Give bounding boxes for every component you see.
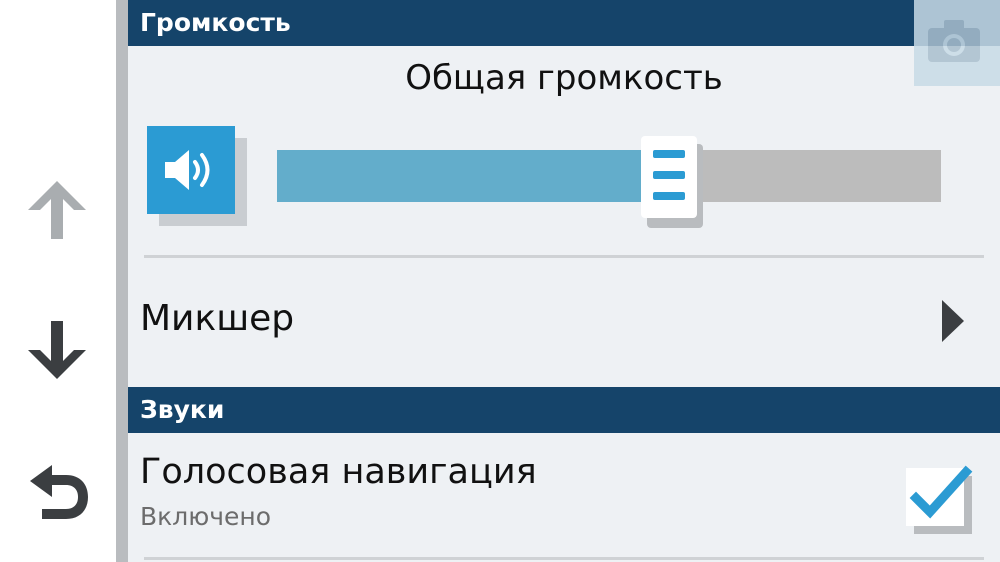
volume-slider-thumb[interactable]	[641, 136, 697, 218]
voice-navigation-title: Голосовая навигация	[140, 452, 537, 492]
master-volume-title: Общая громкость	[405, 58, 723, 98]
thumb-grip-line	[653, 150, 685, 158]
volume-slider[interactable]	[277, 150, 941, 202]
settings-panel: Громкость Общая громкость Микшер Звуки Г…	[128, 0, 1000, 562]
section-header-sounds: Звуки	[128, 387, 1000, 433]
voice-navigation-checkbox[interactable]	[904, 464, 980, 540]
section-header-volume: Громкость	[128, 0, 1000, 46]
thumb-grip-line	[653, 171, 685, 179]
speaker-icon	[165, 150, 210, 190]
mute-button[interactable]	[147, 126, 247, 226]
divider	[144, 255, 984, 258]
rail-divider	[116, 0, 128, 562]
speaker-button-face	[147, 126, 235, 214]
arrow-down-icon	[28, 321, 86, 379]
volume-slider-fill	[277, 150, 675, 202]
back-button[interactable]	[22, 455, 92, 525]
arrow-up-icon	[28, 181, 86, 239]
left-nav-rail	[0, 0, 116, 562]
back-arrow-icon	[30, 465, 88, 519]
mixer-menu-item[interactable]: Микшер	[128, 262, 1000, 382]
thumb-grip-line	[653, 192, 685, 200]
mixer-label: Микшер	[140, 298, 295, 339]
scroll-down-button[interactable]	[22, 315, 92, 385]
scroll-up-button[interactable]	[22, 175, 92, 245]
divider	[144, 557, 984, 560]
chevron-right-icon	[942, 300, 964, 342]
voice-navigation-status: Включено	[140, 502, 272, 531]
voice-navigation-item[interactable]: Голосовая навигация Включено	[128, 434, 1000, 554]
